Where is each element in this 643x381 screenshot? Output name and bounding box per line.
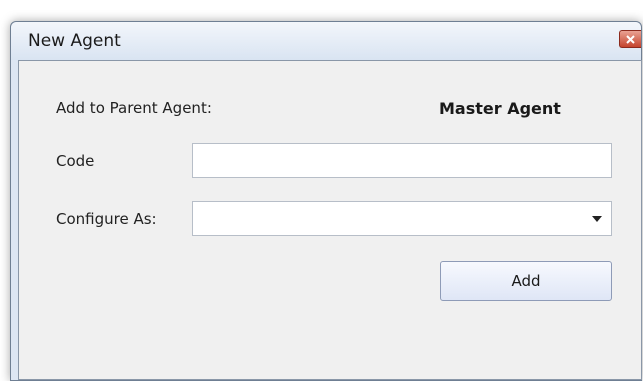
add-button[interactable]: Add <box>440 261 612 301</box>
configure-as-dropdown[interactable] <box>192 201 612 236</box>
close-button[interactable] <box>619 30 641 48</box>
parent-agent-value: Master Agent <box>439 99 561 118</box>
close-icon <box>626 34 635 44</box>
code-label: Code <box>56 152 95 170</box>
add-button-label: Add <box>511 272 541 290</box>
new-agent-dialog: New Agent Add to Parent Agent: Master Ag… <box>10 21 642 381</box>
configure-as-label: Configure As: <box>56 210 157 228</box>
dialog-body: Add to Parent Agent: Master Agent Code C… <box>18 60 642 380</box>
title-bar[interactable]: New Agent <box>11 22 641 60</box>
code-input[interactable] <box>192 143 612 178</box>
window-title: New Agent <box>28 31 121 51</box>
parent-agent-label: Add to Parent Agent: <box>56 99 212 117</box>
chevron-down-icon[interactable] <box>592 216 602 222</box>
